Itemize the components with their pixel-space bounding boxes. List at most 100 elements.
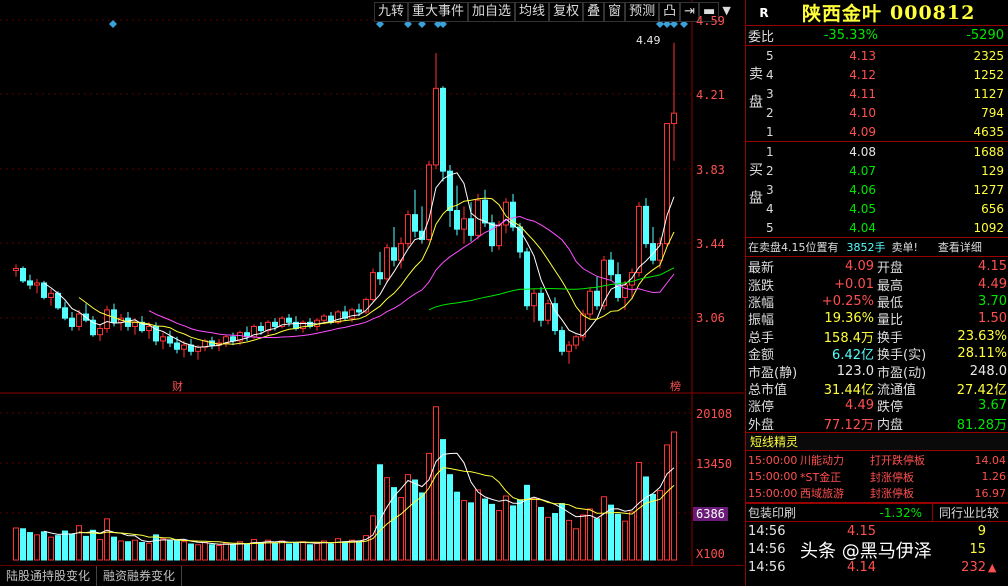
quote-panel: R 陕西金叶 000812 委比 -35.33% -5290 卖盘 5 4.13 2… (745, 0, 1008, 586)
candle-body (643, 205, 649, 245)
add-watchlist-button[interactable]: 加自选 (468, 2, 516, 22)
volume-bar (153, 534, 159, 561)
volume-bar (559, 503, 565, 561)
candle-body (524, 251, 530, 307)
stat-row: 总市值 31.44亿 流通值 27.42亿 (746, 380, 1008, 398)
buy-label: 买盘 (747, 161, 763, 218)
adjust-price-button[interactable]: 复权 (549, 2, 584, 22)
volume-bar (601, 496, 607, 561)
event-price: 14.04 (974, 453, 1007, 467)
stat-label: 量比 (877, 313, 904, 329)
candle-body (20, 267, 26, 282)
sell-level-3[interactable]: 3 4.11 1127 (746, 84, 1008, 103)
industry-compare-button[interactable]: 同行业比较 (932, 504, 999, 522)
view-detail-link[interactable]: 查看详细 (938, 239, 982, 255)
volume-bar (279, 540, 285, 561)
candle-body (468, 218, 474, 236)
stat-value: +0.01 (834, 276, 874, 292)
sell-level-4[interactable]: 4 4.12 1252 (746, 65, 1008, 84)
short-term-elf-item[interactable]: 15:00:00 西域旅游 封涨停板 16.97 (746, 485, 1008, 502)
buy-level-2[interactable]: 2 4.07 129 (746, 161, 1008, 180)
short-term-elf-item[interactable]: 15:00:00 川能动力 打开跌停板 14.04 (746, 452, 1008, 469)
volume-bar (195, 544, 201, 561)
volume-bar (216, 545, 222, 561)
volume-bar (531, 497, 537, 561)
volume-bar (146, 542, 152, 561)
kline-chart-area[interactable]: 九转 重大事件 加自选 均线 复权 叠 窗 预测 凸 ⇥ ▬ ▼ 4.59 4.… (0, 0, 744, 586)
candle-body (566, 344, 572, 352)
kline-svg[interactable] (0, 0, 744, 565)
buy-side-label: 买盘 (746, 142, 764, 237)
stat-label: 最高 (877, 278, 904, 294)
watermark-text: 头条 @黑马伊泽 (800, 541, 932, 562)
moving-average-button[interactable]: 均线 (515, 2, 550, 22)
order-volume: 129 (981, 163, 1004, 178)
candle-body (62, 307, 68, 319)
stat-label: 换手(实) (877, 348, 927, 364)
event-type: 封涨停板 (870, 487, 914, 501)
buy-level-1[interactable]: 1 4.08 1688 (746, 142, 1008, 161)
candle-body (356, 309, 362, 313)
candle-body (496, 224, 502, 247)
overlay-button[interactable]: 叠 (583, 2, 605, 22)
candle-body (13, 267, 19, 272)
major-events-button[interactable]: 重大事件 (408, 2, 469, 22)
volume-bar (230, 544, 236, 561)
stat-label: 开盘 (877, 261, 904, 277)
volume-bar (258, 541, 264, 561)
stat-row: 振幅 19.36% 量比 1.50 (746, 310, 1008, 329)
tab-margin-trading[interactable]: 融资融券变化 (97, 566, 183, 586)
volume-bar (538, 506, 544, 561)
short-term-elf-item[interactable]: 15:00:00 *ST金正 封涨停板 1.26 (746, 468, 1008, 485)
stat-value: 6.42亿 (832, 348, 874, 364)
volume-bar (489, 503, 495, 561)
industry-name[interactable]: 包装印刷 (746, 504, 862, 521)
industry-pct: -1.32% (879, 505, 922, 520)
sell-level-5[interactable]: 5 4.13 2325 (746, 46, 1008, 65)
stat-value: 158.4万 (823, 330, 874, 346)
buy-level-3[interactable]: 3 4.06 1277 (746, 180, 1008, 199)
stat-value: 248.0 (969, 363, 1007, 379)
jiuzhuan-button[interactable]: 九转 (374, 2, 409, 22)
volume-bar (13, 527, 19, 561)
tab-hk-connect-holding[interactable]: 陆股通持股变化 (0, 566, 98, 586)
volume-bar (62, 530, 68, 561)
candle-body (335, 311, 341, 323)
stat-value: 77.12万 (823, 417, 874, 433)
volume-bar (328, 543, 334, 561)
short-term-elf-header[interactable]: 短线精灵 (746, 432, 1008, 451)
candle-body (321, 315, 327, 321)
order-volume: 1092 (973, 220, 1004, 235)
buy-order-book: 买盘 1 4.08 1688 2 4.07 129 3 4.06 1277 4 4.05 656 5 4.… (746, 142, 1008, 238)
volume-bar (412, 479, 418, 561)
stat-value: 123.0 (836, 363, 874, 379)
candle-body (412, 214, 418, 232)
order-price: 4.10 (849, 105, 876, 120)
stat-label: 总手 (748, 330, 775, 346)
volume-bar (293, 541, 299, 561)
forecast-button[interactable]: 预测 (625, 2, 660, 22)
event-price: 1.26 (981, 470, 1007, 484)
finance-marker[interactable]: 财 (172, 378, 183, 394)
event-type: 封涨停板 (870, 470, 914, 484)
volume-bar (671, 431, 677, 561)
sell-level-2[interactable]: 2 4.10 794 (746, 103, 1008, 122)
candle-body (146, 325, 152, 332)
buy-level-5[interactable]: 5 4.04 1092 (746, 218, 1008, 237)
price-axis-label: 3.83 (696, 163, 725, 177)
order-price: 4.06 (849, 182, 876, 197)
stock-title-bar: R 陕西金叶 000812 (746, 0, 1008, 26)
sell-level-1[interactable]: 1 4.09 4635 (746, 122, 1008, 141)
window-button[interactable]: 窗 (604, 2, 626, 22)
volume-bar (97, 538, 103, 561)
lock-icon[interactable]: 凸 (659, 2, 681, 22)
volume-bar (398, 497, 404, 561)
volume-bar (524, 484, 530, 561)
stat-row: 金额 6.42亿 换手(实) 28.11% (746, 345, 1008, 364)
candle-body (97, 328, 103, 336)
ranking-marker[interactable]: 榜 (670, 378, 681, 394)
order-volume: 794 (981, 105, 1004, 120)
buy-level-4[interactable]: 4 4.05 656 (746, 199, 1008, 218)
volume-bar (76, 525, 82, 561)
candle-body (559, 330, 565, 352)
